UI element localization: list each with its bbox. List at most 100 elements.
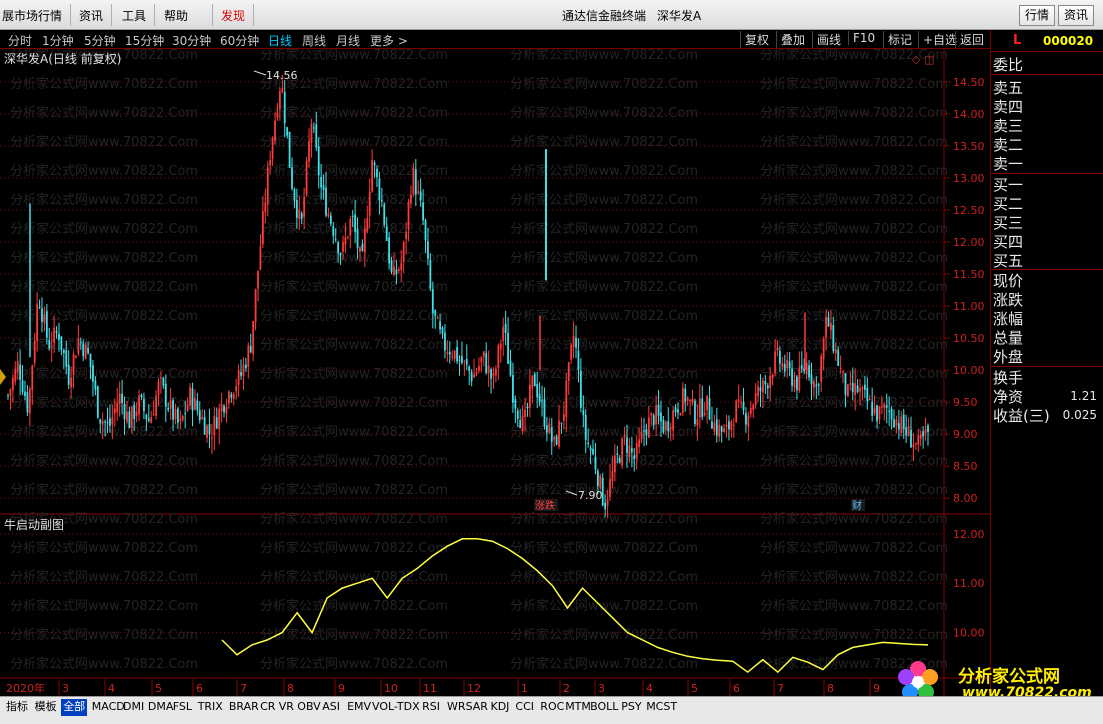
- price-tick-label: 14.50: [953, 76, 985, 89]
- price-tick-label: 10.50: [953, 332, 985, 345]
- menu-item-help[interactable]: 帮助: [164, 7, 188, 24]
- candle-body: [541, 400, 543, 402]
- news-button[interactable]: 资讯: [1058, 5, 1094, 26]
- period-tab-daily[interactable]: 日线: [268, 32, 292, 49]
- add-watchlist-button[interactable]: +自选: [918, 31, 957, 48]
- indicator-tab[interactable]: 全部: [61, 699, 88, 716]
- candle-body: [94, 380, 97, 390]
- draw-line-button[interactable]: 画线: [812, 31, 841, 48]
- candle-body: [533, 373, 536, 387]
- candle-body: [244, 364, 247, 369]
- indicator-tab[interactable]: KDJ: [489, 699, 512, 716]
- indicator-tab[interactable]: FSL: [171, 699, 194, 716]
- candle-body: [890, 408, 893, 420]
- indicator-tab[interactable]: 模板: [33, 699, 59, 716]
- indicator-tab[interactable]: ROC: [538, 699, 566, 716]
- kline-chart[interactable]: 分析家公式网www.70822.Com 分析家公式网www.70822.Com 分析…: [0, 49, 990, 696]
- candle-body: [363, 228, 366, 253]
- candle-body: [567, 362, 570, 382]
- chart-option-icon[interactable]: ◇ ◫: [912, 53, 934, 66]
- watermark-text: 分析家公式网www.70822.Com: [10, 279, 198, 295]
- candle-body: [868, 399, 871, 401]
- watermark-text: 分析家公式网www.70822.Com: [510, 105, 698, 121]
- indicator-tab[interactable]: OBV: [295, 699, 322, 716]
- candle-body: [650, 413, 653, 416]
- turnover-label: 换手: [993, 369, 1024, 387]
- watermark-text: 分析家公式网www.70822.Com: [10, 105, 198, 121]
- watermark-text: 分析家公式网www.70822.Com: [260, 424, 448, 440]
- adjust-button[interactable]: 复权: [740, 31, 769, 48]
- candle-body: [427, 241, 429, 259]
- candle-body: [545, 425, 548, 433]
- candle-body: [312, 127, 315, 129]
- candle-body: [89, 353, 92, 368]
- period-tab-1min[interactable]: 1分钟: [42, 32, 74, 49]
- price-tick-label: 13.00: [953, 172, 985, 185]
- candle-body: [104, 421, 106, 423]
- watermark-text: 分析家公式网www.70822.Com: [10, 482, 198, 498]
- candle-body: [266, 167, 269, 204]
- f10-button[interactable]: F10: [848, 31, 875, 45]
- stock-code[interactable]: 000020: [1043, 34, 1093, 48]
- indicator-tab[interactable]: ASI: [320, 699, 342, 716]
- indicator-tab[interactable]: 指标: [4, 699, 30, 716]
- indicator-tab[interactable]: VOL-TDX: [370, 699, 422, 716]
- watermark-text: 分析家公式网www.70822.Com: [10, 221, 198, 237]
- overlay-button[interactable]: 叠加: [776, 31, 805, 48]
- quote-button[interactable]: 行情: [1019, 5, 1055, 26]
- candle-body: [686, 397, 689, 401]
- candle-body: [463, 360, 466, 362]
- order-ratio-label: 委比: [993, 56, 1024, 74]
- month-label: 3: [598, 682, 605, 695]
- scroll-left-icon[interactable]: [0, 369, 6, 385]
- candle-body: [854, 383, 857, 395]
- menu-item-market[interactable]: 展市场行情: [2, 7, 62, 24]
- mark-button[interactable]: 标记: [883, 31, 912, 48]
- candle-body: [128, 411, 131, 428]
- candle-body: [825, 317, 827, 338]
- candle-body: [667, 421, 670, 432]
- candle-body: [752, 404, 755, 411]
- period-tab-60min[interactable]: 60分钟: [220, 32, 259, 49]
- candle-body: [863, 384, 866, 390]
- candle-body: [390, 260, 393, 272]
- indicator-tab[interactable]: EMV: [345, 699, 373, 716]
- period-tab-5min[interactable]: 5分钟: [84, 32, 116, 49]
- indicator-tab[interactable]: RSI: [420, 699, 442, 716]
- indicator-tab[interactable]: SAR: [464, 699, 490, 716]
- indicator-tab[interactable]: TRIX: [196, 699, 225, 716]
- candle-body: [65, 350, 68, 367]
- period-tab-30min[interactable]: 30分钟: [172, 32, 211, 49]
- candle-body: [562, 414, 565, 421]
- back-button[interactable]: 返回: [955, 31, 984, 48]
- price-tick-label: 12.00: [953, 236, 985, 249]
- menu-item-discover[interactable]: 发现: [221, 7, 245, 24]
- candle-body: [599, 475, 602, 488]
- indicator-tab[interactable]: CR: [258, 699, 277, 716]
- indicator-tab[interactable]: PSY: [619, 699, 643, 716]
- indicator-tab[interactable]: DMI: [121, 699, 146, 716]
- menu-item-tools[interactable]: 工具: [122, 7, 146, 24]
- sell1-label: 卖一: [993, 155, 1024, 173]
- indicator-tab[interactable]: VR: [277, 699, 296, 716]
- indicator-tab[interactable]: CCI: [513, 699, 536, 716]
- candle-body: [206, 425, 208, 438]
- menu-item-news[interactable]: 资讯: [79, 7, 103, 24]
- candle-body: [582, 410, 585, 416]
- rise-fall-tag[interactable]: 涨跌: [535, 499, 555, 512]
- period-tab-weekly[interactable]: 周线: [302, 32, 326, 49]
- period-tab-15min[interactable]: 15分钟: [125, 32, 164, 49]
- indicator-tab[interactable]: BRAR: [227, 699, 261, 716]
- indicator-tab[interactable]: MCST: [644, 699, 679, 716]
- candle-body: [274, 120, 276, 141]
- candle-body: [871, 401, 874, 416]
- period-tab-monthly[interactable]: 月线: [336, 32, 360, 49]
- candle-body: [203, 417, 206, 435]
- period-tab-more[interactable]: 更多 >: [370, 32, 408, 49]
- low-label: 7.90: [578, 489, 603, 502]
- period-tab-timeshare[interactable]: 分时: [8, 32, 32, 49]
- candle-body: [859, 388, 861, 392]
- indicator-tab[interactable]: BOLL: [588, 699, 620, 716]
- finance-tag[interactable]: 财: [852, 499, 862, 512]
- candle-body: [747, 415, 750, 427]
